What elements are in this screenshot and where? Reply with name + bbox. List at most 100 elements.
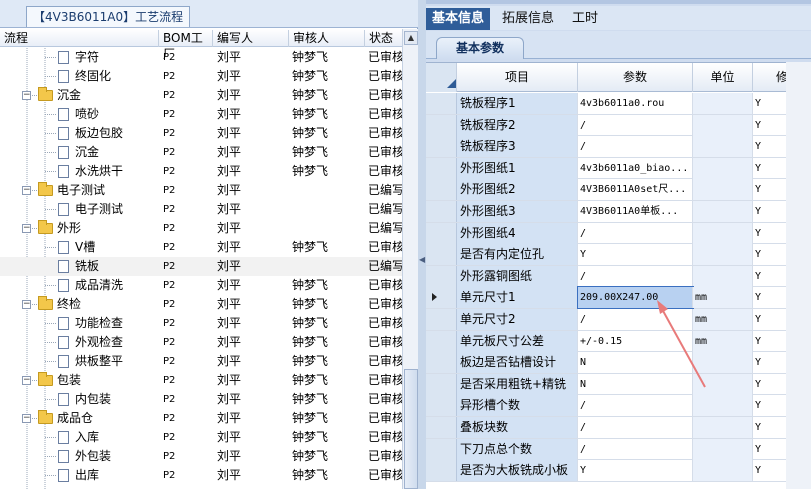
- tree-row[interactable]: 字符 P2 刘平 钟梦飞 已审核: [0, 48, 404, 67]
- param-unit-cell[interactable]: [693, 93, 753, 114]
- row-indicator[interactable]: [426, 417, 457, 438]
- param-unit-cell[interactable]: mm: [693, 330, 753, 352]
- tree-row[interactable]: 板边包胶 P2 刘平 钟梦飞 已审核: [0, 124, 404, 143]
- tree-row[interactable]: 出库 P2 刘平 钟梦飞 已审核: [0, 466, 404, 485]
- row-indicator[interactable]: [426, 460, 457, 482]
- row-indicator[interactable]: [426, 265, 457, 287]
- tree-row[interactable]: − 成品仓 P2 刘平 钟梦飞 已审核: [0, 409, 404, 428]
- grid-row[interactable]: 下刀点总个数 / Y: [426, 438, 811, 461]
- param-unit-cell[interactable]: [693, 201, 753, 222]
- param-value-cell[interactable]: 4v3b6011a0.rou: [578, 93, 693, 114]
- collapse-icon[interactable]: −: [22, 224, 31, 233]
- scroll-up-icon[interactable]: ▲: [404, 31, 418, 45]
- tree-row[interactable]: 成品清洗 P2 刘平 钟梦飞 已审核: [0, 276, 404, 295]
- tab-labor-hours[interactable]: 工时: [566, 8, 604, 30]
- col-header-item[interactable]: 项目: [457, 63, 578, 92]
- collapse-icon[interactable]: −: [22, 376, 31, 385]
- grid-row[interactable]: 单元尺寸1 209.00X247.00 mm Y: [426, 286, 811, 310]
- row-indicator[interactable]: [426, 330, 457, 352]
- tree-scrollbar[interactable]: ▲: [402, 29, 418, 489]
- grid-row[interactable]: 异形槽个数 / Y: [426, 395, 811, 417]
- grid-scrollbar[interactable]: [786, 62, 811, 489]
- param-unit-cell[interactable]: [693, 179, 753, 201]
- param-unit-cell[interactable]: [693, 395, 753, 417]
- param-unit-cell[interactable]: [693, 438, 753, 460]
- param-unit-cell[interactable]: mm: [693, 309, 753, 330]
- grid-row[interactable]: 铣板程序2/Y: [426, 114, 811, 137]
- grid-row[interactable]: 外形图纸2 4V3B6011A0set尺... Y: [426, 179, 811, 201]
- grid-row[interactable]: 是否为大板铣成小板 Y Y: [426, 460, 811, 482]
- pane-splitter[interactable]: ◀: [418, 0, 426, 489]
- tree-row[interactable]: 烘板整平 P2 刘平 钟梦飞 已审核: [0, 352, 404, 371]
- row-indicator[interactable]: [426, 373, 457, 395]
- param-value-cell[interactable]: /: [578, 136, 693, 158]
- param-value-cell[interactable]: Y: [578, 244, 693, 266]
- param-value-cell[interactable]: Y: [578, 460, 693, 482]
- collapse-icon[interactable]: −: [22, 300, 31, 309]
- grid-row[interactable]: 外形图纸1 4v3b6011a0_biao... Y: [426, 157, 811, 180]
- row-indicator[interactable]: [426, 438, 457, 460]
- tree-row[interactable]: 电子测试 P2 刘平 已编写: [0, 200, 404, 219]
- row-indicator[interactable]: [426, 244, 457, 266]
- tree-row[interactable]: 沉金 P2 刘平 钟梦飞 已审核: [0, 143, 404, 162]
- row-indicator[interactable]: [426, 222, 457, 244]
- row-indicator[interactable]: [426, 201, 457, 222]
- subtab-basic-params[interactable]: 基本参数: [436, 37, 524, 59]
- param-unit-cell[interactable]: [693, 460, 753, 482]
- tree-row[interactable]: 内包装 P2 刘平 钟梦飞 已审核: [0, 390, 404, 409]
- param-value-cell[interactable]: /: [578, 114, 693, 136]
- tab-extended-info[interactable]: 拓展信息: [496, 8, 560, 30]
- param-value-cell[interactable]: /: [578, 265, 693, 287]
- scroll-thumb[interactable]: [404, 369, 418, 489]
- param-value-cell[interactable]: /: [578, 395, 693, 417]
- param-value-cell[interactable]: N: [578, 352, 693, 374]
- row-indicator[interactable]: [426, 114, 457, 136]
- tab-basic-info[interactable]: 基本信息: [426, 8, 491, 30]
- row-indicator[interactable]: [426, 287, 457, 309]
- grid-row[interactable]: 单元板尺寸公差 +/-0.15 mm Y: [426, 330, 811, 353]
- tree-row[interactable]: 外包装 P2 刘平 钟梦飞 已审核: [0, 447, 404, 466]
- grid-row[interactable]: 外形图纸4/Y: [426, 222, 811, 245]
- tree-row[interactable]: 铣板 P2 刘平 已编写: [0, 257, 404, 276]
- param-unit-cell[interactable]: [693, 373, 753, 395]
- param-unit-cell[interactable]: [693, 244, 753, 266]
- tree-row[interactable]: 入库 P2 刘平 钟梦飞 已审核: [0, 428, 404, 447]
- param-value-cell[interactable]: 4v3b6011a0_biao...: [578, 157, 693, 179]
- col-header-param[interactable]: 参数: [578, 63, 693, 92]
- grid-row[interactable]: 铣板程序1 4v3b6011a0.rou Y: [426, 93, 811, 115]
- param-unit-cell[interactable]: [693, 222, 753, 244]
- tree-row[interactable]: 功能检查 P2 刘平 钟梦飞 已审核: [0, 314, 404, 333]
- grid-row[interactable]: 是否有内定位孔 Y Y: [426, 244, 811, 266]
- param-value-cell[interactable]: +/-0.15: [578, 330, 693, 352]
- grid-scroll-track[interactable]: [786, 62, 811, 489]
- param-value-cell[interactable]: 4V3B6011A0单板...: [578, 201, 693, 222]
- tree-row[interactable]: 终固化 P2 刘平 钟梦飞 已审核: [0, 67, 404, 86]
- row-indicator[interactable]: [426, 93, 457, 114]
- grid-row[interactable]: 是否采用粗铣+精铣 N Y: [426, 373, 811, 396]
- grid-row[interactable]: 外形图纸3 4V3B6011A0单板... Y: [426, 201, 811, 223]
- grid-row[interactable]: 叠板块数 / Y: [426, 417, 811, 439]
- row-indicator[interactable]: [426, 352, 457, 374]
- collapse-icon[interactable]: −: [22, 414, 31, 423]
- splitter-left-arrow-icon[interactable]: ◀: [419, 255, 425, 264]
- col-header-status[interactable]: 状态: [364, 30, 404, 47]
- tree-row[interactable]: − 电子测试 P2 刘平 已编写: [0, 181, 404, 200]
- param-unit-cell[interactable]: [693, 417, 753, 438]
- tree-row[interactable]: − 包装 P2 刘平 钟梦飞 已审核: [0, 371, 404, 390]
- param-value-cell[interactable]: /: [578, 309, 693, 330]
- tree-row[interactable]: − 外形 P2 刘平 已编写: [0, 219, 404, 238]
- tree-row[interactable]: 水洗烘干 P2 刘平 钟梦飞 已审核: [0, 162, 404, 181]
- param-value-cell[interactable]: /: [578, 417, 693, 438]
- param-unit-cell[interactable]: [693, 136, 753, 158]
- col-header-bom[interactable]: BOM工厂: [158, 30, 212, 61]
- tree-row[interactable]: 外观检查 P2 刘平 钟梦飞 已审核: [0, 333, 404, 352]
- grid-corner[interactable]: [426, 63, 457, 92]
- row-indicator[interactable]: [426, 157, 457, 179]
- grid-row[interactable]: 单元尺寸2/mm Y: [426, 309, 811, 331]
- param-unit-cell[interactable]: [693, 157, 753, 179]
- process-title-tab[interactable]: 【4V3B6011A0】工艺流程: [26, 6, 191, 27]
- row-indicator[interactable]: [426, 395, 457, 417]
- collapse-icon[interactable]: −: [22, 186, 31, 195]
- param-unit-cell[interactable]: mm: [693, 287, 753, 309]
- collapse-icon[interactable]: −: [22, 91, 31, 100]
